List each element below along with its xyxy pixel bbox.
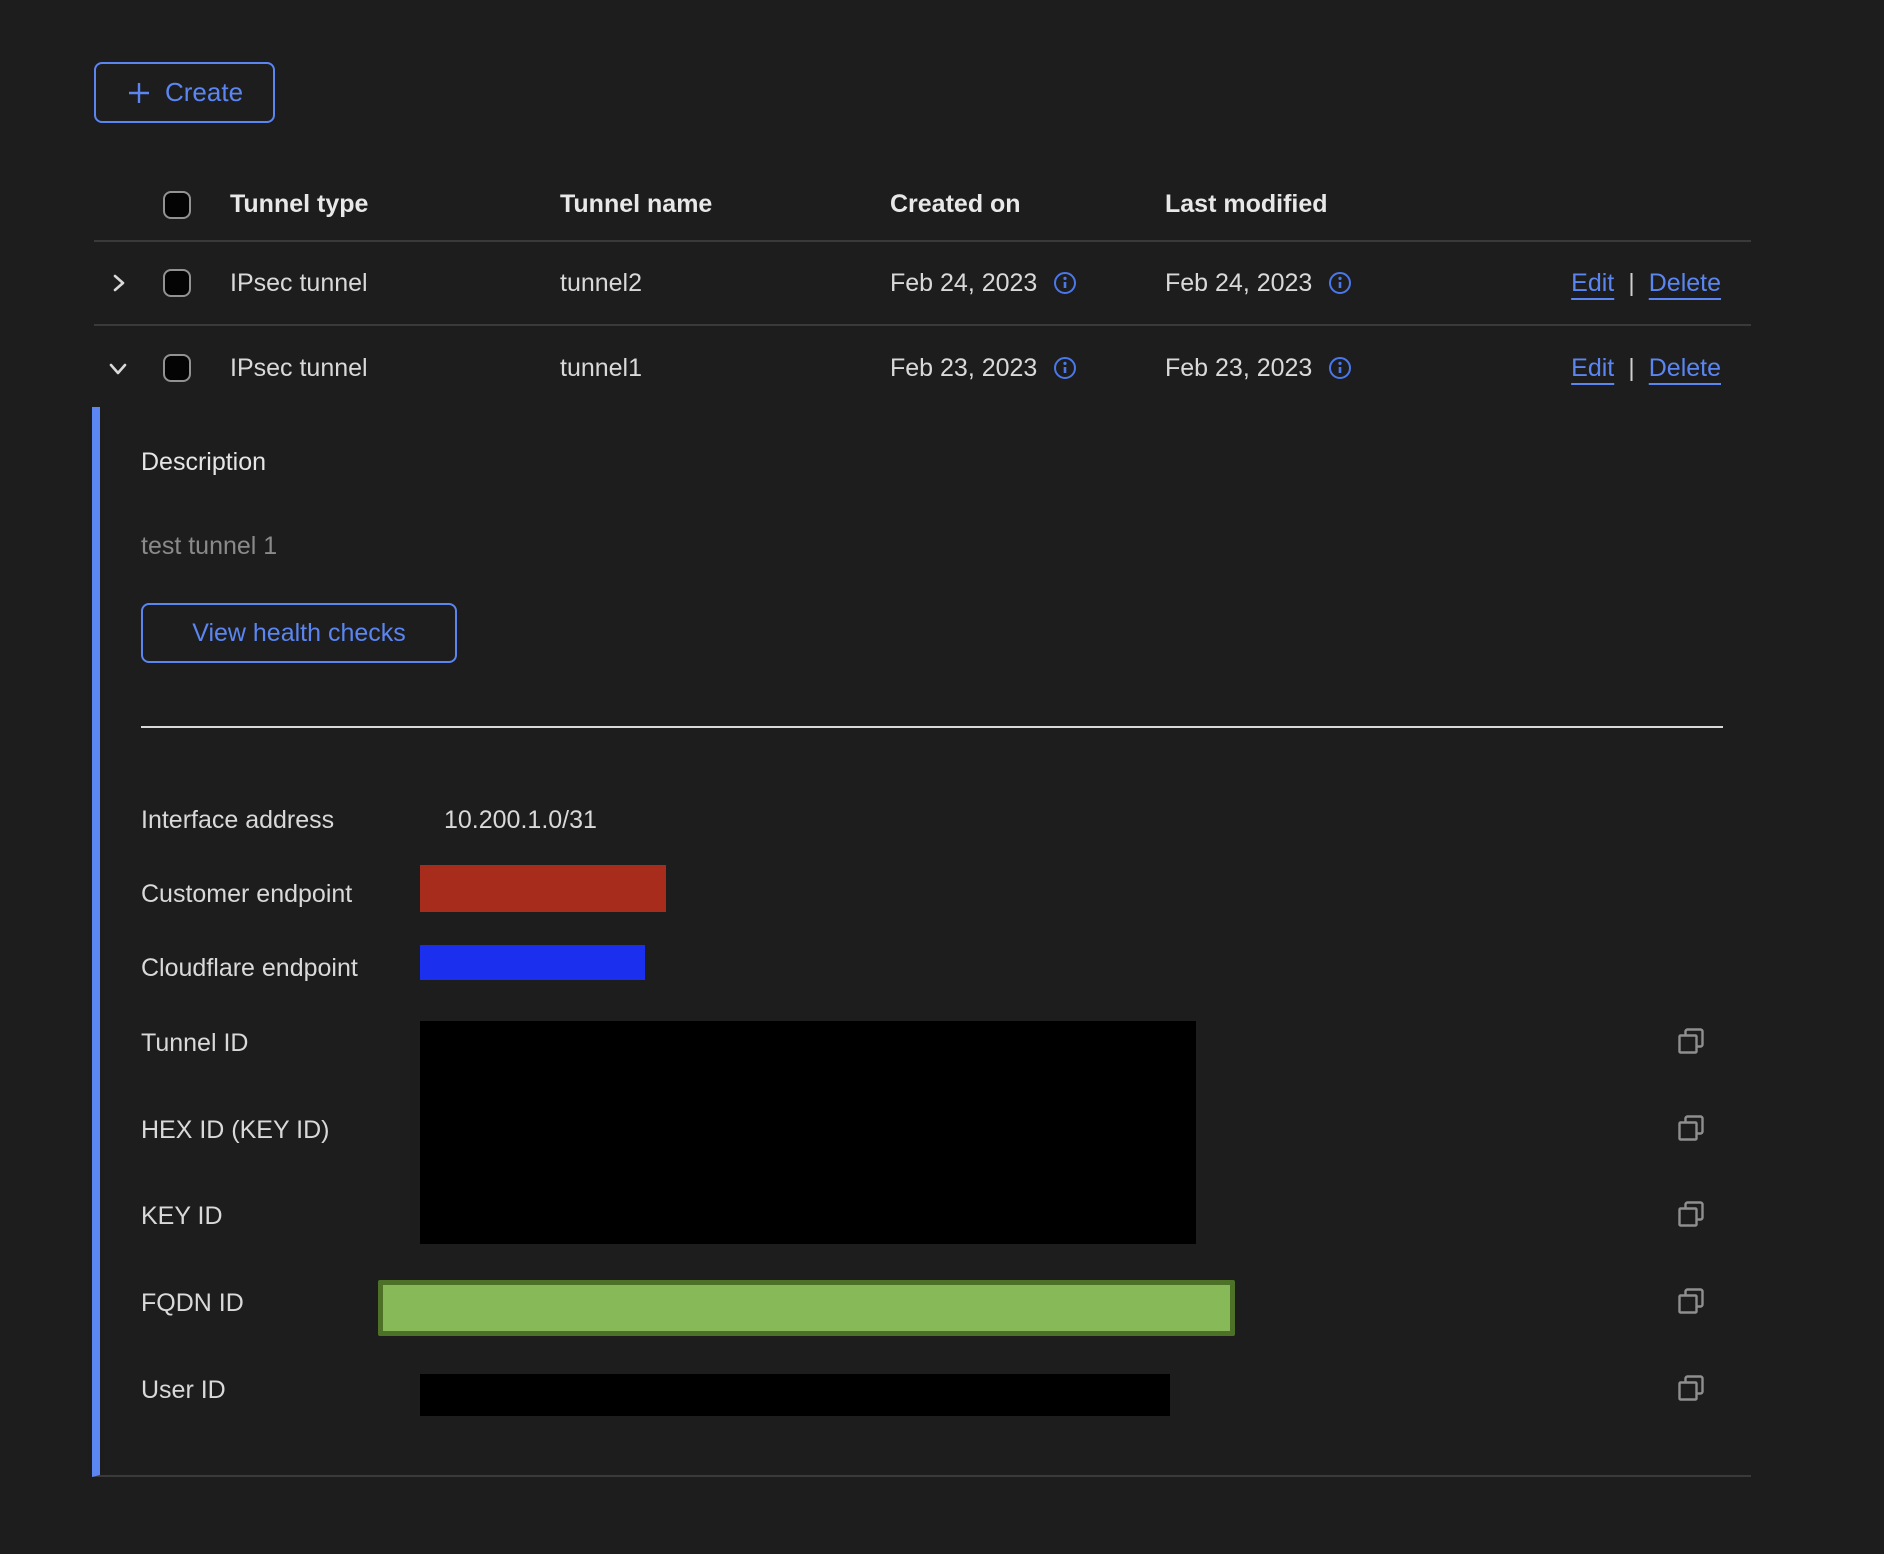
chevron-right-icon <box>106 271 130 295</box>
cloudflare-endpoint-label: Cloudflare endpoint <box>141 953 358 983</box>
tunnel-row-tunnel1: IPsec tunnel tunnel1 Feb 23, 2023 Feb 23… <box>94 326 1751 410</box>
info-icon[interactable] <box>1328 271 1352 295</box>
tunnel-name-cell: tunnel1 <box>545 354 875 383</box>
delete-link[interactable]: Delete <box>1649 354 1721 383</box>
customer-endpoint-label: Customer endpoint <box>141 879 352 909</box>
tunnels-table: Tunnel type Tunnel name Created on Last … <box>94 169 1751 410</box>
section-divider <box>141 726 1723 728</box>
tunnels-page: Create Tunnel type Tunnel name Created o… <box>0 0 1884 1554</box>
fqdn-id-redaction <box>378 1280 1235 1336</box>
copy-icon[interactable] <box>1676 1026 1706 1056</box>
description-label: Description <box>141 447 266 477</box>
column-header-tunnel-type: Tunnel type <box>215 190 545 219</box>
user-id-label: User ID <box>141 1375 226 1405</box>
copy-icon[interactable] <box>1676 1373 1706 1403</box>
interface-address-value: 10.200.1.0/31 <box>444 805 597 835</box>
info-icon[interactable] <box>1053 271 1077 295</box>
tunnel-type-cell: IPsec tunnel <box>215 354 545 383</box>
column-header-created-on: Created on <box>875 190 1150 219</box>
create-button[interactable]: Create <box>94 62 275 123</box>
description-value: test tunnel 1 <box>141 531 277 561</box>
info-icon[interactable] <box>1053 356 1077 380</box>
plus-icon <box>126 80 152 106</box>
user-id-redaction <box>420 1374 1170 1416</box>
cloudflare-endpoint-redaction <box>420 945 645 980</box>
last-modified-cell: Feb 23, 2023 <box>1165 354 1312 383</box>
table-header-row: Tunnel type Tunnel name Created on Last … <box>94 169 1751 242</box>
created-on-cell: Feb 23, 2023 <box>890 354 1037 383</box>
edit-link[interactable]: Edit <box>1571 354 1614 383</box>
tunnel-type-cell: IPsec tunnel <box>215 269 545 298</box>
interface-address-label: Interface address <box>141 805 334 835</box>
tunnel-row-tunnel2: IPsec tunnel tunnel2 Feb 24, 2023 Feb 24… <box>94 242 1751 326</box>
customer-endpoint-redaction <box>420 865 666 912</box>
edit-link[interactable]: Edit <box>1571 269 1614 298</box>
key-id-label: KEY ID <box>141 1201 223 1231</box>
tunnel-detail-panel: Description test tunnel 1 View health ch… <box>92 407 1751 1477</box>
column-header-tunnel-name: Tunnel name <box>545 190 875 219</box>
expand-row-button[interactable] <box>94 271 140 295</box>
created-on-cell: Feb 24, 2023 <box>890 269 1037 298</box>
delete-link[interactable]: Delete <box>1649 269 1721 298</box>
link-separator: | <box>1628 354 1635 383</box>
tunnel-id-label: Tunnel ID <box>141 1028 248 1058</box>
view-health-checks-button[interactable]: View health checks <box>141 603 457 663</box>
select-all-checkbox[interactable] <box>163 191 191 219</box>
info-icon[interactable] <box>1328 356 1352 380</box>
hex-id-label: HEX ID (KEY ID) <box>141 1115 329 1145</box>
copy-icon[interactable] <box>1676 1286 1706 1316</box>
link-separator: | <box>1628 269 1635 298</box>
tunnel-name-cell: tunnel2 <box>545 269 875 298</box>
create-button-label: Create <box>165 77 243 108</box>
fqdn-id-label: FQDN ID <box>141 1288 244 1318</box>
ids-redaction-block <box>420 1021 1196 1244</box>
copy-icon[interactable] <box>1676 1113 1706 1143</box>
column-header-last-modified: Last modified <box>1150 190 1430 219</box>
row-checkbox[interactable] <box>163 269 191 297</box>
last-modified-cell: Feb 24, 2023 <box>1165 269 1312 298</box>
row-checkbox[interactable] <box>163 354 191 382</box>
chevron-down-icon <box>106 356 130 380</box>
collapse-row-button[interactable] <box>94 356 140 380</box>
copy-icon[interactable] <box>1676 1199 1706 1229</box>
